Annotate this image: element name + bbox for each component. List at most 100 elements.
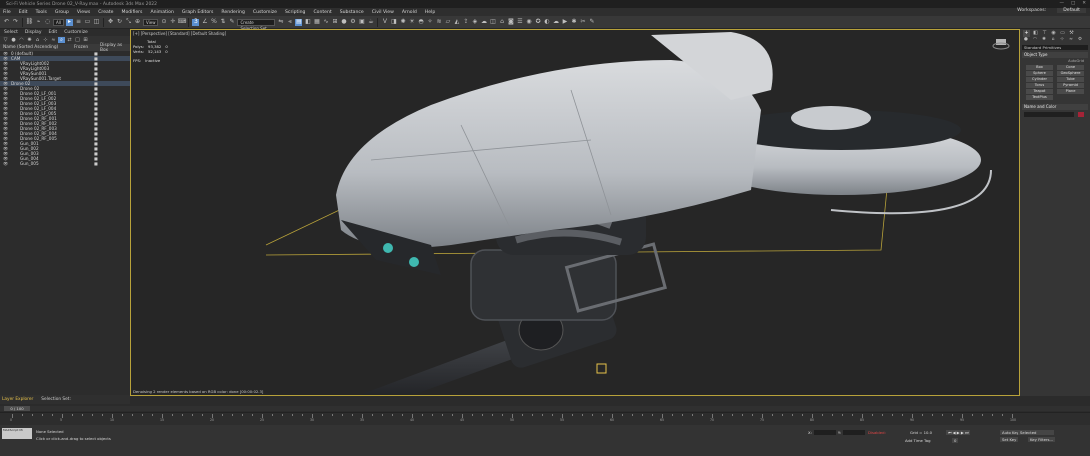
vray-ipr-icon[interactable]: ▶ [561,19,568,26]
cylinder-button[interactable]: Cylinder [1026,77,1053,82]
lights-filter-icon[interactable]: ✺ [26,37,33,43]
space-warps-category-icon[interactable]: ≈ [1068,38,1074,44]
undo-icon[interactable]: ↶ [3,19,10,26]
vray-light-icon[interactable]: ✺ [399,19,406,26]
column-frozen[interactable]: Frozen [74,45,88,50]
vray-frame-buffer-icon[interactable]: ◨ [390,19,397,26]
selected-dropdown[interactable]: Selected [1018,430,1054,435]
motion-tab-icon[interactable]: ◉ [1050,30,1057,37]
menu-substance[interactable]: Substance [340,10,364,15]
redo-icon[interactable]: ↷ [12,19,19,26]
menu-modifiers[interactable]: Modifiers [121,10,142,15]
menu-civil-view[interactable]: Civil View [372,10,394,15]
maximize-button[interactable]: □ [1071,1,1075,6]
edit-named-selection-icon[interactable]: ✎ [228,19,235,26]
object-name-field[interactable] [1024,112,1074,117]
menu-rendering[interactable]: Rendering [221,10,244,15]
geosphere-button[interactable]: GeoSphere [1057,71,1084,76]
menu-arnold[interactable]: Arnold [402,10,417,15]
vray-dome-light-icon[interactable]: ◓ [417,19,424,26]
display-tab-icon[interactable]: ▭ [1059,30,1066,37]
select-manipulate-icon[interactable]: ✛ [169,19,176,26]
menu-scripting[interactable]: Scripting [285,10,305,15]
next-frame-icon[interactable]: ▶ [961,430,964,435]
menu-create[interactable]: Create [98,10,113,15]
vray-ies-light-icon[interactable]: ✧ [426,19,433,26]
key-filters-button[interactable]: Key Filters... [1028,437,1056,442]
vray-sun-icon[interactable]: ☀ [408,19,415,26]
helpers-filter-icon[interactable]: ⊹ [42,37,49,43]
selection-filter-dropdown[interactable]: All [53,18,64,26]
move-icon[interactable]: ✥ [107,19,114,26]
menu-tools[interactable]: Tools [36,10,47,15]
create-tab-icon[interactable]: + [1023,29,1030,37]
geometry-filter-icon[interactable]: ● [10,37,17,43]
time-slider-handle[interactable]: 0 / 100 [4,406,30,411]
vray-material-icon[interactable]: ◉ [525,19,532,26]
toggle-scene-explorer-icon[interactable]: ▤ [295,18,303,26]
shapes-filter-icon[interactable]: ◠ [18,37,25,43]
link-icon[interactable]: ⛓ [26,19,34,26]
hierarchy-tab-icon[interactable]: ⊤ [1041,30,1048,37]
find-icon[interactable]: ⌕ [58,37,65,43]
align-icon[interactable]: ⫷ [286,19,293,26]
rendered-frame-window-icon[interactable]: ▣ [358,19,365,26]
keyboard-shortcut-override-icon[interactable]: ⌨ [178,19,187,26]
select-none-icon[interactable]: □ [74,37,81,43]
vray-proxy-icon[interactable]: ◭ [453,19,460,26]
spinner-snap-icon[interactable]: ⇅ [219,19,226,26]
y-field[interactable] [843,430,865,435]
unlink-icon[interactable]: ⌁ [35,19,42,26]
perspective-viewport[interactable]: [+] [Perspective] [Standard] [Default Sh… [130,29,1020,396]
vray-clipper-icon[interactable]: ✂ [579,19,586,26]
display-as-box-icon[interactable]: ■ [94,161,98,166]
goto-end-icon[interactable]: ⏭ [965,430,968,435]
vray-lister-icon[interactable]: ☰ [516,19,523,26]
systems-category-icon[interactable]: ⚙ [1077,38,1083,44]
vray-mesh-export-icon[interactable]: ⇪ [462,19,469,26]
explorer-menu-edit[interactable]: Edit [48,30,57,35]
vray-cosmos-icon[interactable]: ✪ [534,19,541,26]
selection-set-label[interactable]: Selection Set: [41,397,71,402]
add-time-tag-button[interactable]: Add Time Tag [905,438,930,443]
named-selection-sets[interactable]: Create Selection Set [237,18,276,31]
window-crossing-icon[interactable]: ◫ [93,19,100,26]
toggle-layer-explorer-icon[interactable]: ◧ [304,19,311,26]
cone-button[interactable]: Cone [1057,65,1084,70]
angle-snap-icon[interactable]: ∠ [201,19,208,26]
plane-button[interactable]: Plane [1057,89,1084,94]
vray-vision-icon[interactable]: ◐ [543,19,550,26]
vray-fur-icon[interactable]: ≋ [435,19,442,26]
explorer-menu-customize[interactable]: Customize [64,30,88,35]
explorer-menu-select[interactable]: Select [4,30,18,35]
mirror-icon[interactable]: ⇋ [277,19,284,26]
prev-frame-icon[interactable]: ◀ [953,430,956,435]
curve-editor-icon[interactable]: ∿ [322,19,329,26]
close-button[interactable]: ✕ [1082,1,1086,6]
menu-help[interactable]: Help [425,10,435,15]
rectangular-selection-icon[interactable]: ▭ [84,19,91,26]
textplus-button[interactable]: TextPlus [1026,95,1053,100]
pyramid-button[interactable]: Pyramid [1057,83,1084,88]
explorer-menu-display[interactable]: Display [25,30,42,35]
vray-scene-icon[interactable]: ◈ [471,19,478,26]
render-setup-icon[interactable]: ⚙ [349,19,356,26]
placement-icon[interactable]: ⊕ [134,19,141,26]
object-color-swatch[interactable] [1078,112,1084,117]
menu-content[interactable]: Content [313,10,331,15]
disabled-label[interactable]: Disabled: [868,430,886,435]
time-slider-track[interactable] [0,406,1090,411]
menu-file[interactable]: File [3,10,11,15]
sphere-button[interactable]: Sphere [1026,71,1053,76]
pivot-center-icon[interactable]: ⊙ [160,19,167,26]
snaps-toggle-icon[interactable]: 3 [192,18,200,26]
current-frame-field[interactable]: 0 [952,438,959,443]
tube-button[interactable]: Tube [1057,77,1084,82]
invert-selection-icon[interactable]: ⇄ [66,37,73,43]
x-field[interactable] [813,430,836,435]
explorer-row[interactable]: 👁 Gun_005 ■ [0,161,130,166]
minimize-button[interactable]: — [1059,1,1064,6]
menu-views[interactable]: Views [77,10,90,15]
torus-button[interactable]: Torus [1026,83,1053,88]
viewport-label[interactable]: [+] [Perspective] [Standard] [Default Sh… [133,31,226,36]
